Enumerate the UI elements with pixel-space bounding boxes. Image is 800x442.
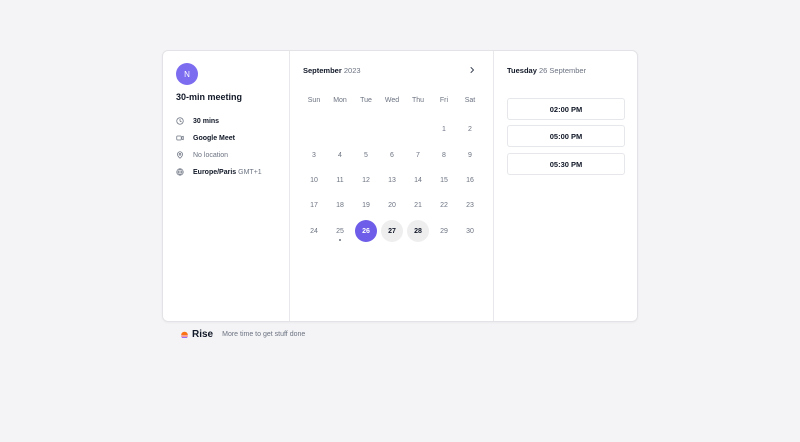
time-slots-panel: Tuesday 26 September 02:00 PM 05:00 PM 0… bbox=[494, 51, 637, 321]
event-details-panel: N 30-min meeting 30 mins Google Meet No … bbox=[163, 51, 290, 321]
calendar-day: 6 bbox=[390, 151, 394, 159]
calendar-day: 4 bbox=[338, 151, 342, 159]
calendar-day: 15 bbox=[440, 177, 448, 185]
calendar-day-today: 25 bbox=[327, 218, 353, 243]
calendar-day: 19 bbox=[362, 202, 370, 210]
empty-day-cell bbox=[353, 117, 379, 142]
weekday-header: Thu bbox=[411, 97, 425, 104]
duration-row: 30 mins bbox=[176, 115, 219, 127]
selected-date: 26 September bbox=[538, 66, 587, 75]
globe-icon bbox=[176, 168, 184, 176]
empty-day-cell bbox=[405, 117, 431, 142]
booking-card: N 30-min meeting 30 mins Google Meet No … bbox=[162, 50, 638, 322]
timezone-row[interactable]: Europe/Paris GMT+1 bbox=[176, 166, 262, 178]
calendar-day: 21 bbox=[414, 202, 422, 210]
calendar-day: 22 bbox=[440, 202, 448, 210]
selected-weekday: Tuesday bbox=[507, 66, 537, 75]
empty-day-cell bbox=[327, 117, 353, 142]
rise-logo-icon bbox=[181, 331, 188, 338]
video-icon bbox=[176, 134, 184, 142]
calendar-day: 1 bbox=[442, 126, 446, 134]
weekday-header: Sun bbox=[307, 97, 321, 104]
weekday-header: Wed bbox=[384, 97, 400, 104]
calendar-day: 23 bbox=[466, 202, 474, 210]
weekday-header: Mon bbox=[333, 97, 347, 104]
calendar-day: 3 bbox=[312, 151, 316, 159]
event-title: 30-min meeting bbox=[176, 92, 243, 102]
calendar-day: 10 bbox=[310, 177, 318, 185]
timezone-offset: GMT+1 bbox=[238, 168, 262, 176]
calendar-day: 12 bbox=[362, 177, 370, 185]
brand-tagline: More time to get stuff done bbox=[222, 331, 306, 338]
calendar-day-selected[interactable]: 26 bbox=[353, 218, 379, 243]
calendar-day: 20 bbox=[388, 202, 396, 210]
weekday-header: Fri bbox=[439, 97, 449, 104]
calendar-day: 2 bbox=[468, 126, 472, 134]
calendar-day: 30 bbox=[466, 227, 474, 235]
calendar-day-available[interactable]: 28 bbox=[405, 218, 431, 243]
weekday-header: Sat bbox=[464, 97, 476, 104]
calendar-day: 14 bbox=[414, 177, 422, 185]
calendar-day: 5 bbox=[364, 151, 368, 159]
timezone-label: Europe/Paris bbox=[193, 168, 237, 176]
calendar-grid: Sun Mon Tue Wed Thu Fri Sat 1 2 3 4 5 6 … bbox=[301, 92, 483, 244]
month-title: September 2023 bbox=[303, 66, 361, 75]
map-pin-icon bbox=[176, 151, 184, 159]
month-name: September bbox=[303, 66, 342, 75]
empty-day-cell bbox=[301, 117, 327, 142]
weekday-header: Tue bbox=[360, 97, 372, 104]
avatar-initial: N bbox=[184, 69, 190, 79]
location-row: No location bbox=[176, 149, 228, 161]
duration-label: 30 mins bbox=[193, 117, 220, 125]
platform-row: Google Meet bbox=[176, 132, 235, 144]
calendar-day-available[interactable]: 27 bbox=[379, 218, 405, 243]
calendar-day: 17 bbox=[310, 202, 318, 210]
calendar-day: 13 bbox=[388, 177, 396, 185]
next-month-button[interactable] bbox=[466, 64, 478, 76]
time-slot-button[interactable]: 02:00 PM bbox=[507, 98, 625, 120]
platform-label: Google Meet bbox=[193, 134, 236, 142]
clock-icon bbox=[176, 117, 184, 125]
time-slot-button[interactable]: 05:00 PM bbox=[507, 125, 625, 147]
calendar-day: 29 bbox=[440, 227, 448, 235]
calendar-day: 9 bbox=[468, 151, 472, 159]
location-label: No location bbox=[193, 151, 229, 159]
selected-date-heading: Tuesday 26 September bbox=[507, 66, 586, 75]
chevron-right-icon bbox=[468, 66, 476, 74]
calendar-day: 8 bbox=[442, 151, 446, 159]
calendar-day: 7 bbox=[416, 151, 420, 159]
empty-day-cell bbox=[379, 117, 405, 142]
calendar-panel: September 2023 Sun Mon Tue Wed Thu Fri S… bbox=[290, 51, 494, 321]
footer: Rise More time to get stuff done bbox=[180, 329, 305, 340]
calendar-day: 24 bbox=[310, 227, 318, 235]
avatar: N bbox=[176, 63, 198, 85]
calendar-day: 18 bbox=[336, 202, 344, 210]
brand-name: Rise bbox=[192, 329, 214, 340]
calendar-day: 11 bbox=[336, 177, 344, 185]
year-label: 2023 bbox=[343, 66, 361, 75]
time-slot-button[interactable]: 05:30 PM bbox=[507, 153, 625, 175]
calendar-day: 16 bbox=[466, 177, 474, 185]
brand[interactable]: Rise bbox=[180, 329, 213, 340]
